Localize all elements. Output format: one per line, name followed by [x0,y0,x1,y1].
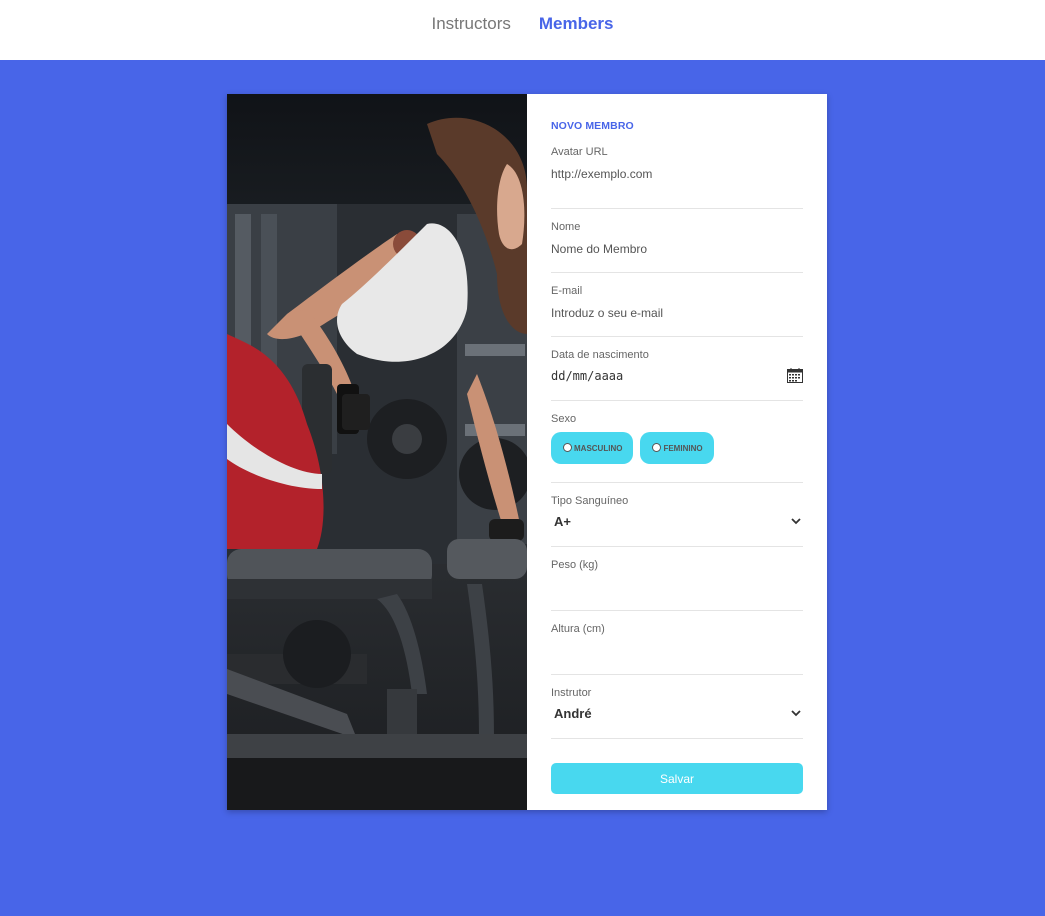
gym-photo-illustration [227,117,527,810]
avatar-url-input[interactable] [551,167,803,181]
height-input[interactable] [551,644,803,658]
name-input[interactable] [551,242,803,256]
radio-circle-icon[interactable] [652,442,662,452]
top-nav-bar: Instructors Members [0,0,1045,60]
birthdate-label: Data de nascimento [551,349,649,361]
form-title: NOVO MEMBRO [551,120,634,132]
weight-field: Peso (kg) [551,547,803,611]
gender-label: Sexo [551,413,577,425]
main-nav: Instructors Members [432,14,614,34]
chevron-down-icon [791,710,801,717]
instructor-select[interactable]: André [551,706,803,721]
weight-input[interactable] [551,580,803,594]
gender-option-label: FEMININO [663,443,703,453]
blood-type-value: A+ [554,514,571,529]
gender-field: Sexo MASCULINO FEMININO [551,401,803,483]
calendar-icon[interactable] [787,368,803,383]
instructor-field: Instrutor André [551,675,803,739]
birthdate-field: Data de nascimento dd/mm/aaaa [551,337,803,401]
save-button[interactable]: Salvar [551,763,803,794]
email-label: E-mail [551,285,583,297]
member-card: NOVO MEMBRO Avatar URL Nome E-mail Data … [227,94,827,810]
blood-type-label: Tipo Sanguíneo [551,495,629,507]
email-input[interactable] [551,306,803,320]
weight-label: Peso (kg) [551,559,599,571]
instructor-label: Instrutor [551,687,592,699]
birthdate-value: dd/mm/aaaa [551,368,624,383]
instructor-value: André [554,706,592,721]
gender-option-label: MASCULINO [574,443,623,453]
name-label: Nome [551,221,581,233]
avatar-field: Avatar URL [551,146,803,209]
new-member-form: NOVO MEMBRO Avatar URL Nome E-mail Data … [527,94,827,810]
nav-link-instructors[interactable]: Instructors [432,14,511,34]
nav-link-members[interactable]: Members [539,14,614,34]
blood-type-select[interactable]: A+ [551,514,803,529]
blood-type-field: Tipo Sanguíneo A+ [551,483,803,547]
email-field: E-mail [551,273,803,337]
gender-option-masculino[interactable]: MASCULINO [551,432,634,464]
chevron-down-icon [791,518,801,525]
birthdate-input[interactable]: dd/mm/aaaa [551,368,803,383]
avatar-label: Avatar URL [551,146,608,158]
height-label: Altura (cm) [551,623,605,635]
gym-photo [227,94,527,810]
gender-radio-group: MASCULINO FEMININO [551,432,803,464]
height-field: Altura (cm) [551,611,803,675]
gender-option-feminino[interactable]: FEMININO [640,432,714,464]
radio-circle-icon[interactable] [563,442,572,452]
name-field: Nome [551,209,803,273]
